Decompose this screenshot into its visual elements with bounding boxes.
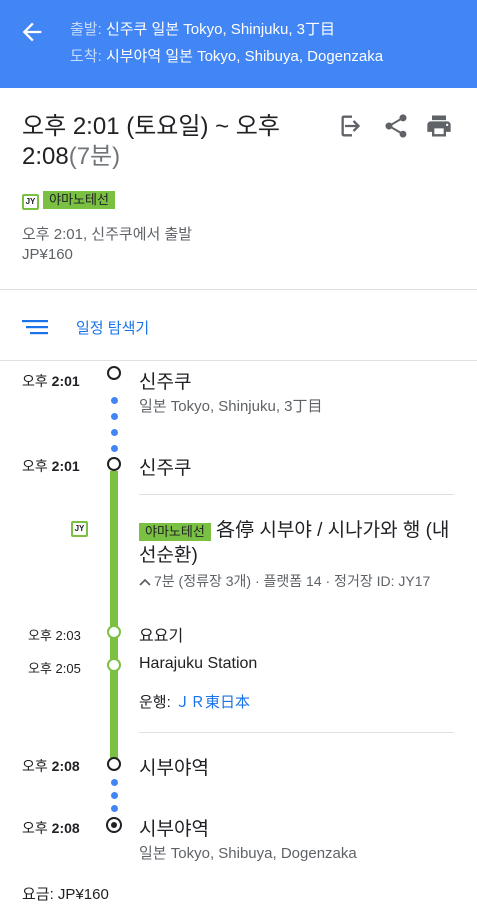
sign-in-icon[interactable]	[338, 112, 366, 140]
origin-row[interactable]: 출발: 신주쿠 일본 Tokyo, Shinjuku, 3丁目	[70, 18, 335, 39]
chevron-up-icon	[139, 578, 151, 586]
jy-line-badge: JY	[71, 521, 88, 537]
trip-time-range: 오후 2:01 (토요일) ~ 오후 2:08(7분)	[22, 112, 322, 172]
fare-text: 요금: JP¥160	[22, 886, 109, 903]
divider	[0, 360, 477, 361]
stop-name[interactable]: Harajuku Station	[139, 655, 257, 673]
schedule-explorer-button[interactable]: 일정 탐색기	[0, 300, 477, 355]
stop-name[interactable]: 요요기	[139, 622, 183, 646]
operator-row: 운행: ＪＲ東日本	[139, 691, 250, 712]
time-range-text: 오후 2:01 (토요일) ~ 오후 2:08	[22, 113, 280, 170]
back-arrow-icon[interactable]	[18, 18, 46, 46]
origin-label: 출발:	[70, 21, 102, 38]
stop-time: 오후 2:03	[28, 628, 81, 643]
schedule-explorer-label: 일정 탐색기	[76, 320, 150, 337]
origin-text: 신주쿠 일본 Tokyo, Shinjuku, 3丁目	[105, 21, 336, 38]
list-icon	[22, 320, 48, 335]
dest-address: 일본 Tokyo, Shibuya, Dogenzaka	[139, 845, 357, 862]
alight-station[interactable]: 시부야역	[139, 753, 209, 780]
departure-text: 오후 2:01, 신주쿠에서 출발	[22, 226, 193, 243]
walk-dot	[111, 397, 118, 404]
route-headsign[interactable]: 야마노테선 各停 시부야 / 시나가와 행 (내선순환)	[139, 518, 459, 568]
walk-dot	[111, 779, 118, 786]
origin-node	[107, 366, 121, 380]
stop-node	[107, 658, 121, 672]
stop-node	[107, 625, 121, 639]
dest-station[interactable]: 시부야역	[139, 814, 209, 841]
origin-address: 일본 Tokyo, Shinjuku, 3丁目	[139, 398, 323, 415]
dest-time: 오후 2:08	[22, 820, 80, 836]
destination-label: 도착:	[70, 48, 102, 65]
transit-line-bar	[110, 471, 118, 759]
origin-station[interactable]: 신주쿠	[139, 367, 191, 394]
alight-time: 오후 2:08	[22, 758, 80, 774]
line-summary: JY 야마노테선	[22, 191, 115, 210]
destination-node	[106, 817, 122, 833]
route-info-text: 7분 (정류장 3개) · 플랫폼 14 · 정거장 ID: JY17	[154, 573, 431, 589]
route-info[interactable]: 7분 (정류장 3개) · 플랫폼 14 · 정거장 ID: JY17	[139, 572, 449, 590]
walk-dot	[111, 805, 118, 812]
board-node	[107, 457, 121, 471]
line-name-chip: 야마노테선	[43, 191, 115, 209]
walk-dot	[111, 413, 118, 420]
origin-time: 오후 2:01	[22, 373, 80, 389]
walk-dot	[111, 445, 118, 452]
top-app-bar: 출발: 신주쿠 일본 Tokyo, Shinjuku, 3丁目 도착: 시부야역…	[0, 0, 477, 88]
trip-duration: (7분)	[68, 143, 121, 170]
walk-dot	[111, 429, 118, 436]
walk-dot	[111, 792, 118, 799]
print-icon[interactable]	[425, 112, 453, 140]
jy-line-badge: JY	[22, 194, 39, 210]
summary-fare: JP¥160	[22, 246, 73, 263]
alight-node	[107, 757, 121, 771]
board-time: 오후 2:01	[22, 458, 80, 474]
divider	[0, 289, 477, 290]
operator-link[interactable]: ＪＲ東日本	[175, 694, 250, 711]
share-icon[interactable]	[382, 112, 410, 140]
operator-label: 운행:	[139, 694, 171, 711]
board-station[interactable]: 신주쿠	[139, 453, 191, 480]
destination-row[interactable]: 도착: 시부야역 일본 Tokyo, Shibuya, Dogenzaka	[70, 45, 383, 66]
divider	[139, 732, 454, 733]
destination-text: 시부야역 일본 Tokyo, Shibuya, Dogenzaka	[105, 48, 384, 65]
line-name-chip: 야마노테선	[139, 523, 211, 541]
stop-time: 오후 2:05	[28, 661, 81, 676]
divider	[139, 494, 454, 495]
